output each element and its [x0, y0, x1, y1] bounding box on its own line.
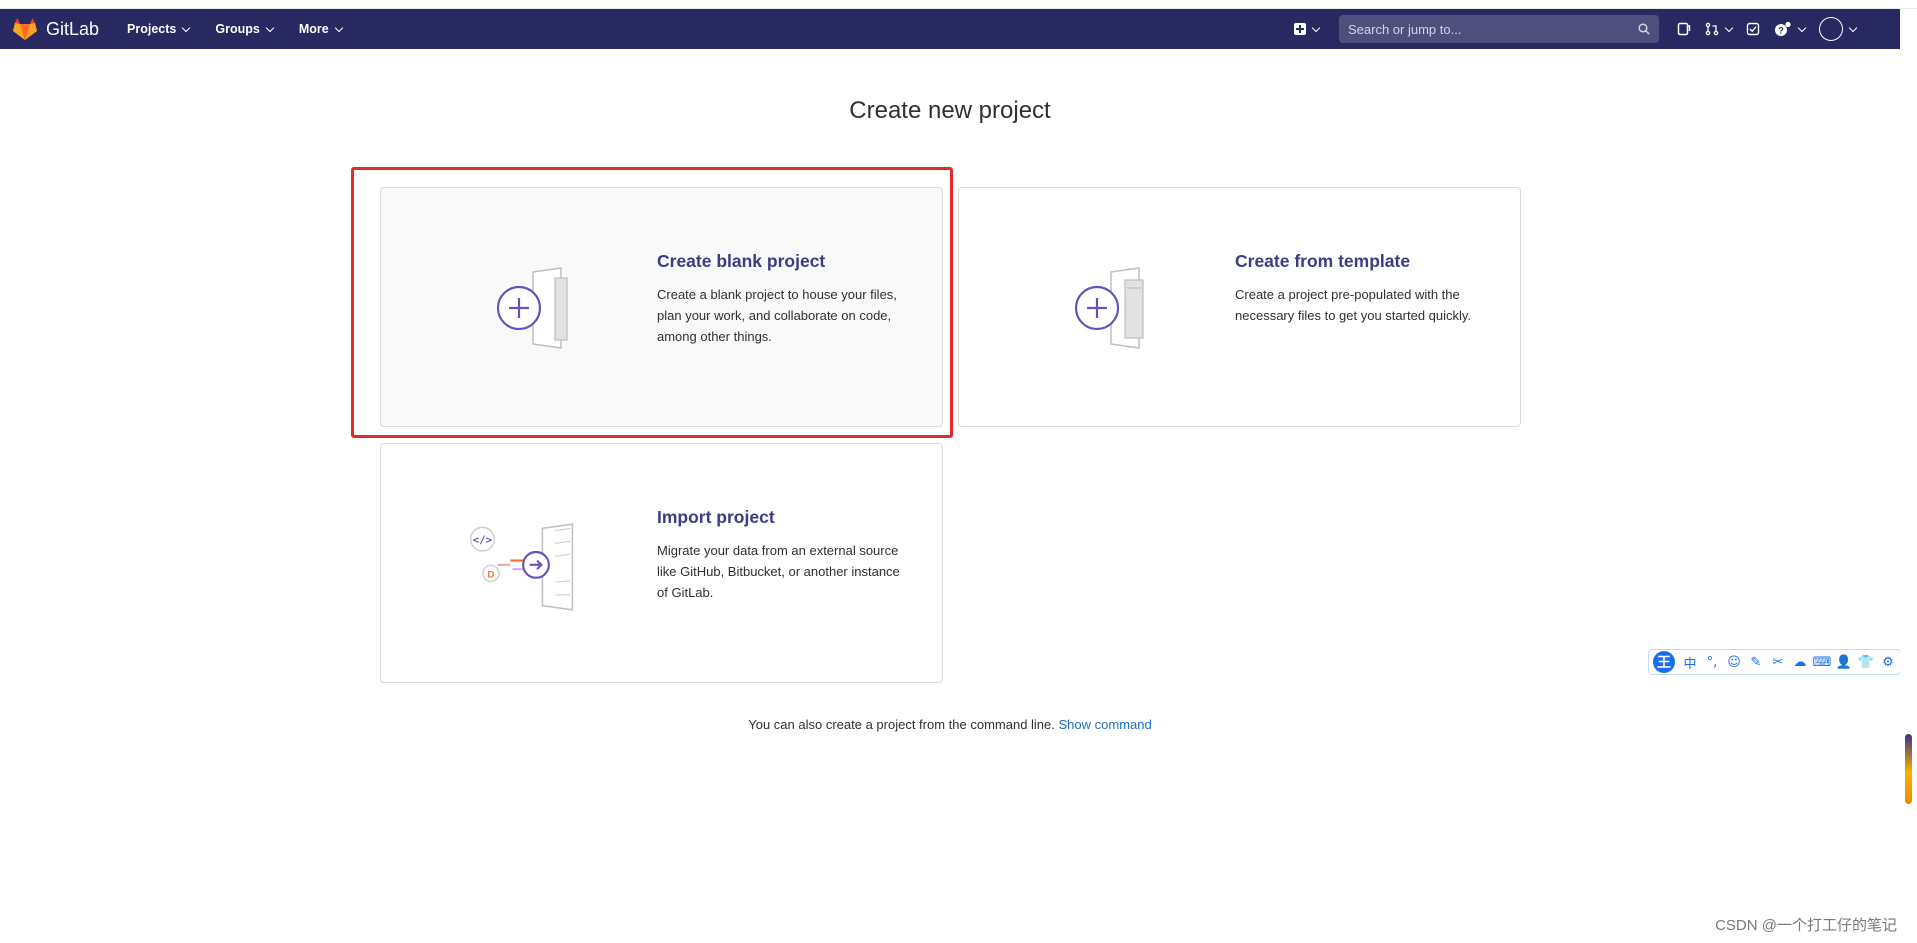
- search-box[interactable]: [1339, 15, 1659, 43]
- ime-user-icon[interactable]: 👤: [1833, 651, 1855, 673]
- nav-menu: Projects Groups More: [127, 22, 368, 36]
- gitlab-home-link[interactable]: GitLab: [12, 17, 99, 41]
- search-input[interactable]: [1348, 21, 1618, 37]
- blank-project-icon: [496, 267, 568, 349]
- ime-cloud-icon[interactable]: ☁: [1789, 651, 1811, 673]
- card-description: Create a project pre-populated with the …: [1235, 287, 1472, 323]
- chevron-down-icon: [1724, 23, 1734, 32]
- avatar: [1819, 17, 1843, 41]
- gitlab-logo-icon: [13, 18, 37, 40]
- import-project-icon: </> D: [469, 523, 574, 611]
- chevron-down-icon: [182, 23, 191, 32]
- svg-text:D: D: [488, 570, 495, 581]
- svg-text:</>: </>: [473, 533, 492, 546]
- card-title: Create blank project: [657, 251, 826, 271]
- top-navbar: GitLab Projects Groups More Search or ju…: [0, 9, 1900, 49]
- chevron-down-icon: [334, 23, 343, 32]
- scrollbar-thumb[interactable]: [1905, 734, 1912, 804]
- ime-logo-icon[interactable]: 王: [1653, 651, 1675, 673]
- ime-pen-icon[interactable]: ✎: [1745, 651, 1767, 673]
- ime-keyboard-icon[interactable]: ⌨: [1811, 651, 1833, 673]
- chevron-down-icon: [1848, 23, 1858, 32]
- ime-lang-button[interactable]: 中: [1679, 651, 1701, 673]
- help-dropdown[interactable]: ?: [1774, 15, 1807, 43]
- nav-groups-dropdown[interactable]: Groups: [215, 22, 275, 36]
- new-dropdown-button[interactable]: [1294, 15, 1321, 43]
- card-title: Create from template: [1235, 251, 1411, 271]
- nav-groups-label: Groups: [215, 22, 260, 36]
- merge-request-icon: [1705, 22, 1719, 36]
- ime-toolbar: 王 中 °, ☺ ✎ ✂ ☁ ⌨ 👤 👕 ⚙: [1648, 649, 1901, 675]
- merge-requests-dropdown[interactable]: [1705, 15, 1734, 43]
- watermark-text: CSDN @一个打工仔的笔记: [1715, 917, 1897, 934]
- ime-emoji-icon[interactable]: ☺: [1723, 651, 1745, 673]
- nav-projects-label: Projects: [127, 22, 177, 36]
- help-icon: ?: [1775, 21, 1791, 36]
- chevron-down-icon: [1797, 23, 1807, 32]
- chevron-down-icon: [1311, 23, 1321, 32]
- import-project-card[interactable]: </> D Import project Migrate your data f…: [380, 443, 943, 683]
- nav-more-dropdown[interactable]: More: [298, 22, 343, 36]
- chevron-down-icon: [265, 23, 275, 32]
- search-icon: [1638, 23, 1650, 35]
- card-title: Import project: [657, 507, 775, 527]
- card-description: Migrate your data from an external sourc…: [657, 543, 900, 600]
- todo-check-icon: [1746, 22, 1760, 36]
- todos-button[interactable]: [1746, 15, 1760, 43]
- plus-square-icon: [1294, 23, 1306, 35]
- command-line-hint: You can also create a project from the c…: [0, 717, 1900, 732]
- ime-scissors-icon[interactable]: ✂: [1767, 651, 1789, 673]
- issues-icon: [1677, 22, 1691, 36]
- svg-text:?: ?: [1778, 26, 1784, 36]
- nav-projects-dropdown[interactable]: Projects: [127, 22, 191, 36]
- page-title: Create new project: [849, 97, 1051, 124]
- browser-top-strip: [0, 0, 1917, 9]
- ime-settings-icon[interactable]: ⚙: [1877, 651, 1899, 673]
- show-command-link[interactable]: Show command: [1059, 717, 1152, 732]
- issues-button[interactable]: [1677, 15, 1691, 43]
- page-scrollbar[interactable]: [1900, 9, 1917, 943]
- create-from-template-card[interactable]: Create from template Create a project pr…: [958, 187, 1521, 427]
- nav-right-actions: ?: [1294, 9, 1900, 49]
- template-project-icon: [1074, 267, 1144, 349]
- user-menu-dropdown[interactable]: [1819, 15, 1858, 43]
- ime-skin-icon[interactable]: 👕: [1855, 651, 1877, 673]
- command-line-text: You can also create a project from the c…: [748, 717, 1055, 732]
- ime-punctuation-button[interactable]: °,: [1701, 651, 1723, 673]
- card-description: Create a blank project to house your fil…: [657, 287, 897, 344]
- brand-name: GitLab: [46, 18, 100, 39]
- create-blank-project-card[interactable]: Create blank project Create a blank proj…: [380, 187, 943, 427]
- nav-more-label: More: [298, 22, 329, 36]
